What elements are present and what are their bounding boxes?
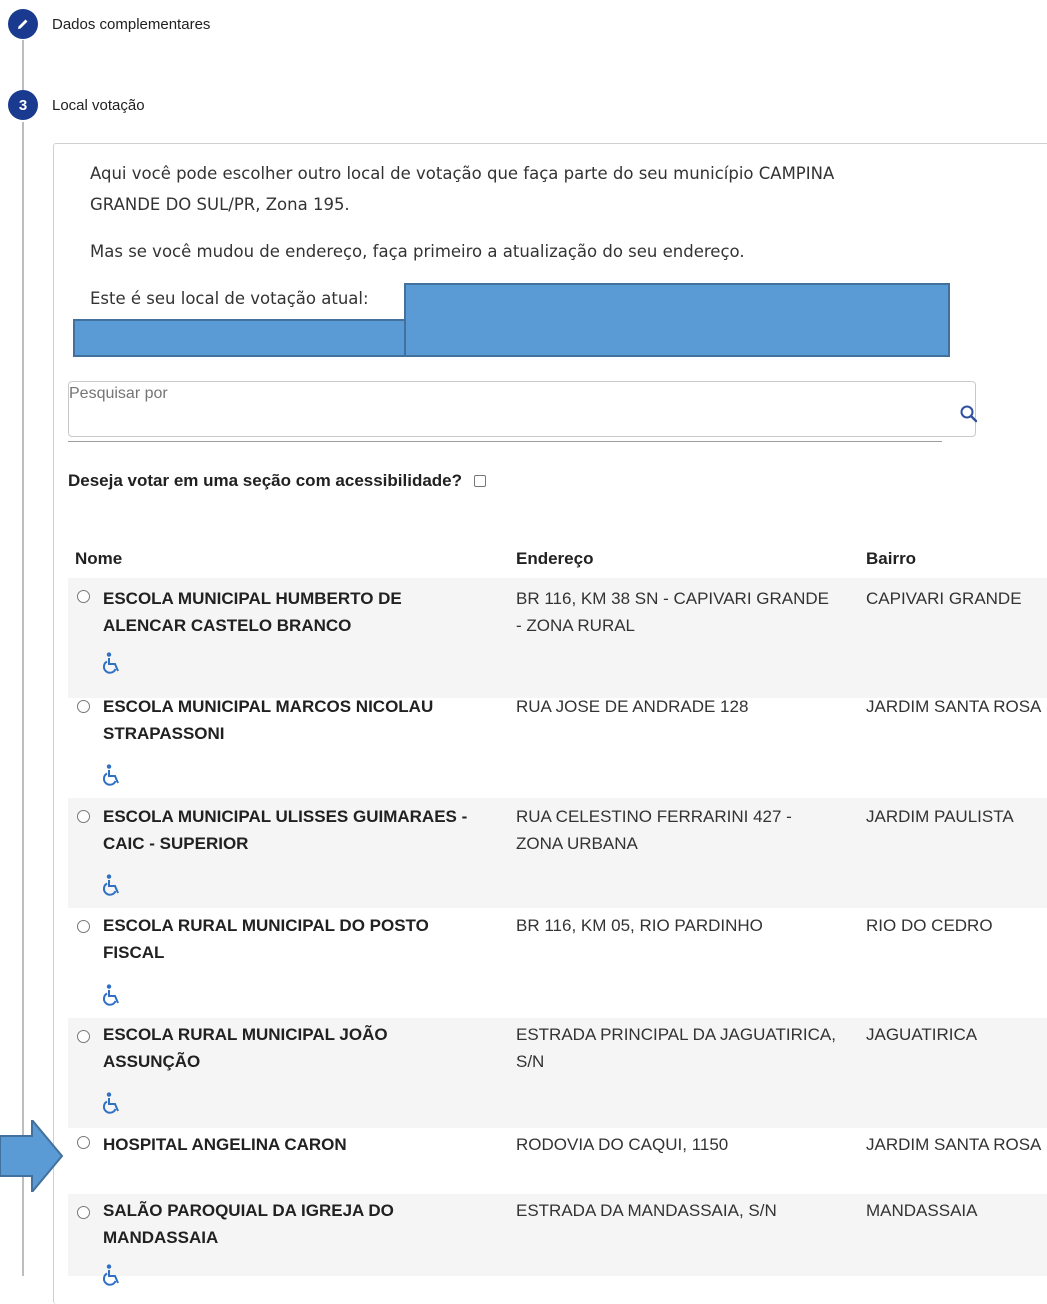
annotation-arrow-icon bbox=[0, 1120, 64, 1192]
row-radio[interactable] bbox=[77, 1206, 90, 1219]
redacted-box bbox=[404, 283, 950, 357]
location-address: RUA CELESTINO FERRARINI 427 - ZONA URBAN… bbox=[516, 807, 792, 853]
row-radio[interactable] bbox=[77, 1030, 90, 1043]
accessibility-label: Deseja votar em uma seção com acessibili… bbox=[68, 471, 463, 490]
location-address: ESTRADA DA MANDASSAIA, S/N bbox=[516, 1201, 777, 1220]
column-header-nome: Nome bbox=[75, 549, 123, 568]
location-name: SALÃO PAROQUIAL DA IGREJA DO MANDASSAIA bbox=[103, 1201, 394, 1247]
search-icon[interactable] bbox=[959, 404, 979, 429]
row-radio[interactable] bbox=[77, 700, 90, 713]
location-name: ESCOLA RURAL MUNICIPAL JOÃO ASSUNÇÃO bbox=[103, 1025, 388, 1071]
redacted-box bbox=[73, 319, 406, 357]
wheelchair-icon bbox=[102, 652, 123, 679]
intro-text-address-warning: Mas se você mudou de endereço, faça prim… bbox=[90, 242, 745, 261]
table-row[interactable]: HOSPITAL ANGELINA CARON RODOVIA DO CAQUI… bbox=[68, 1128, 1047, 1194]
table-row[interactable]: ESCOLA RURAL MUNICIPAL JOÃO ASSUNÇÃO EST… bbox=[68, 1018, 1047, 1128]
column-header-endereco: Endereço bbox=[516, 549, 594, 568]
table-row[interactable]: ESCOLA MUNICIPAL ULISSES GUIMARAES - CAI… bbox=[68, 798, 1047, 908]
location-bairro: JARDIM PAULISTA bbox=[866, 807, 1014, 826]
row-radio[interactable] bbox=[77, 1136, 90, 1149]
timeline-connector bbox=[22, 40, 24, 92]
wheelchair-icon bbox=[102, 984, 123, 1011]
accessibility-checkbox[interactable] bbox=[474, 475, 487, 487]
location-bairro: MANDASSAIA bbox=[866, 1201, 978, 1220]
column-header-bairro: Bairro bbox=[866, 549, 917, 568]
location-address: BR 116, KM 05, RIO PARDINHO bbox=[516, 916, 763, 935]
step-label: Dados complementares bbox=[52, 15, 211, 33]
search-placeholder: Pesquisar por bbox=[69, 385, 168, 402]
accessibility-filter: Deseja votar em uma seção com acessibili… bbox=[68, 471, 487, 491]
timeline-connector bbox=[22, 122, 24, 1276]
location-bairro: RIO DO CEDRO bbox=[866, 916, 993, 935]
location-name: HOSPITAL ANGELINA CARON bbox=[103, 1135, 347, 1154]
edit-icon bbox=[8, 9, 38, 39]
table-row[interactable]: ESCOLA RURAL MUNICIPAL DO POSTO FISCAL B… bbox=[68, 908, 1047, 1018]
location-name: ESCOLA RURAL MUNICIPAL DO POSTO FISCAL bbox=[103, 916, 429, 962]
row-radio[interactable] bbox=[77, 920, 90, 933]
wheelchair-icon bbox=[102, 1092, 123, 1119]
location-name: ESCOLA MUNICIPAL ULISSES GUIMARAES - CAI… bbox=[103, 807, 468, 853]
step-local-votacao[interactable]: 3 Local votação bbox=[8, 90, 145, 120]
location-address: ESTRADA PRINCIPAL DA JAGUATIRICA, S/N bbox=[516, 1025, 836, 1071]
step-number-badge: 3 bbox=[8, 90, 38, 120]
step-label: Local votação bbox=[52, 96, 145, 114]
search-underline bbox=[68, 441, 942, 442]
current-location-label: Este é seu local de votação atual: bbox=[90, 289, 369, 308]
location-bairro: JARDIM SANTA ROSA bbox=[866, 697, 1042, 716]
wheelchair-icon bbox=[102, 764, 123, 791]
table-row[interactable]: SALÃO PAROQUIAL DA IGREJA DO MANDASSAIA … bbox=[68, 1194, 1047, 1286]
row-radio[interactable] bbox=[77, 590, 90, 603]
location-bairro: JAGUATIRICA bbox=[866, 1025, 978, 1044]
wheelchair-icon bbox=[102, 1264, 123, 1291]
step-dados-complementares[interactable]: Dados complementares bbox=[8, 9, 210, 39]
intro-text-line1: Aqui você pode escolher outro local de v… bbox=[90, 164, 835, 183]
location-address: RODOVIA DO CAQUI, 1150 bbox=[516, 1135, 729, 1154]
location-name: ESCOLA MUNICIPAL HUMBERTO DE ALENCAR CAS… bbox=[103, 589, 402, 635]
location-address: BR 116, KM 38 SN - CAPIVARI GRANDE - ZON… bbox=[516, 589, 830, 635]
table-row[interactable]: ESCOLA MUNICIPAL MARCOS NICOLAU STRAPASS… bbox=[68, 688, 1047, 798]
location-address: RUA JOSE DE ANDRADE 128 bbox=[516, 697, 749, 716]
table-row[interactable]: ESCOLA MUNICIPAL HUMBERTO DE ALENCAR CAS… bbox=[68, 578, 1047, 698]
intro-text-line2: GRANDE DO SUL/PR, Zona 195. bbox=[90, 195, 350, 214]
row-radio[interactable] bbox=[77, 810, 90, 823]
location-bairro: CAPIVARI GRANDE bbox=[866, 589, 1022, 608]
location-bairro: JARDIM SANTA ROSA bbox=[866, 1135, 1042, 1154]
wheelchair-icon bbox=[102, 874, 123, 901]
search-input[interactable]: Pesquisar por bbox=[68, 381, 979, 437]
location-name: ESCOLA MUNICIPAL MARCOS NICOLAU STRAPASS… bbox=[103, 697, 434, 743]
